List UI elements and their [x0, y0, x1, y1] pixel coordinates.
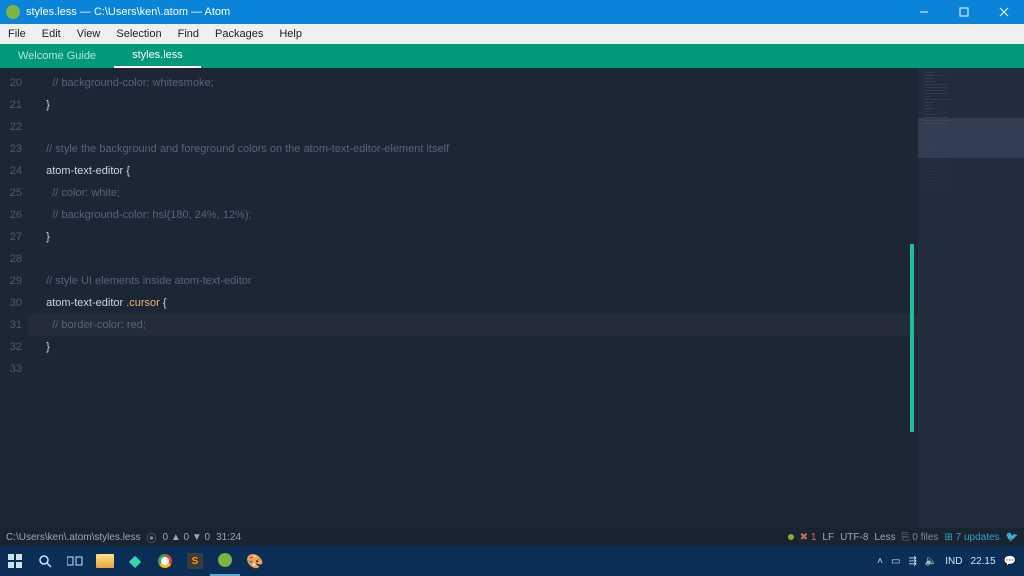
diff-marker	[910, 244, 914, 432]
tab-styles.less[interactable]: styles.less	[114, 44, 201, 68]
tray-battery-icon[interactable]: ▭	[891, 556, 900, 567]
close-button[interactable]	[984, 0, 1024, 24]
minimap[interactable]: ━━━━━━━━━━━━━━━━━━━━━━━━━━━━━━━━━━━━━━━━…	[918, 68, 1024, 528]
status-grammar[interactable]: Less	[874, 532, 895, 543]
tray-clock[interactable]: 22.15	[971, 556, 996, 567]
app-icon	[6, 5, 20, 19]
tray-volume-icon[interactable]: 🔈	[925, 556, 937, 567]
tray-chevron-icon[interactable]: ˄	[877, 556, 883, 567]
menu-edit[interactable]: Edit	[34, 28, 69, 40]
menu-selection[interactable]: Selection	[108, 28, 169, 40]
status-file-path[interactable]: C:\Users\ken\.atom\styles.less	[6, 532, 140, 543]
status-git-stats[interactable]: 0 ▲ 0 ▼ 0	[162, 532, 210, 543]
menu-packages[interactable]: Packages	[207, 28, 271, 40]
tab-welcome-guide[interactable]: Welcome Guide	[0, 44, 114, 68]
code-editor[interactable]: // background-color: whitesmoke; } // st…	[28, 68, 918, 528]
taskbar-app-chrome[interactable]	[150, 546, 180, 576]
tray-wifi-icon[interactable]: ⇶	[908, 556, 916, 567]
minimize-button[interactable]	[904, 0, 944, 24]
search-icon[interactable]	[30, 546, 60, 576]
line-number-gutter[interactable]: 2021222324252627282930313233	[0, 68, 28, 528]
windows-taskbar[interactable]: ◆ S 🎨 ˄ ▭ ⇶ 🔈 IND 22.15 💬	[0, 546, 1024, 576]
taskbar-app-paint[interactable]: 🎨	[240, 546, 270, 576]
taskbar-app-sublime[interactable]: S	[180, 546, 210, 576]
status-cursor-position[interactable]: 31:24	[216, 532, 241, 543]
task-view-icon[interactable]	[60, 546, 90, 576]
start-button[interactable]	[0, 546, 30, 576]
menu-file[interactable]: File	[0, 28, 34, 40]
taskbar-app-explorer[interactable]	[90, 546, 120, 576]
menu-view[interactable]: View	[69, 28, 109, 40]
maximize-button[interactable]	[944, 0, 984, 24]
taskbar-app-atom[interactable]	[210, 546, 240, 576]
tray-notifications-icon[interactable]: 💬	[1004, 556, 1016, 567]
window-title: styles.less — C:\Users\ken\.atom — Atom	[26, 6, 904, 18]
status-dot-icon	[788, 534, 794, 540]
status-encoding[interactable]: UTF-8	[840, 532, 868, 543]
tray-ime[interactable]: IND	[945, 556, 962, 567]
status-line-ending[interactable]: LF	[822, 532, 834, 543]
taskbar-app-store[interactable]: ◆	[120, 546, 150, 576]
titlebar: styles.less — C:\Users\ken\.atom — Atom	[0, 0, 1024, 24]
menu-find[interactable]: Find	[170, 28, 207, 40]
editor-area[interactable]: 2021222324252627282930313233 // backgrou…	[0, 68, 1024, 528]
twitter-icon[interactable]: 🐦	[1006, 532, 1018, 543]
tab-bar[interactable]: Welcome Guidestyles.less	[0, 44, 1024, 68]
status-bar: C:\Users\ken\.atom\styles.less ⦿ 0 ▲ 0 ▼…	[0, 528, 1024, 546]
menubar[interactable]: FileEditViewSelectionFindPackagesHelp	[0, 24, 1024, 44]
menu-help[interactable]: Help	[271, 28, 310, 40]
